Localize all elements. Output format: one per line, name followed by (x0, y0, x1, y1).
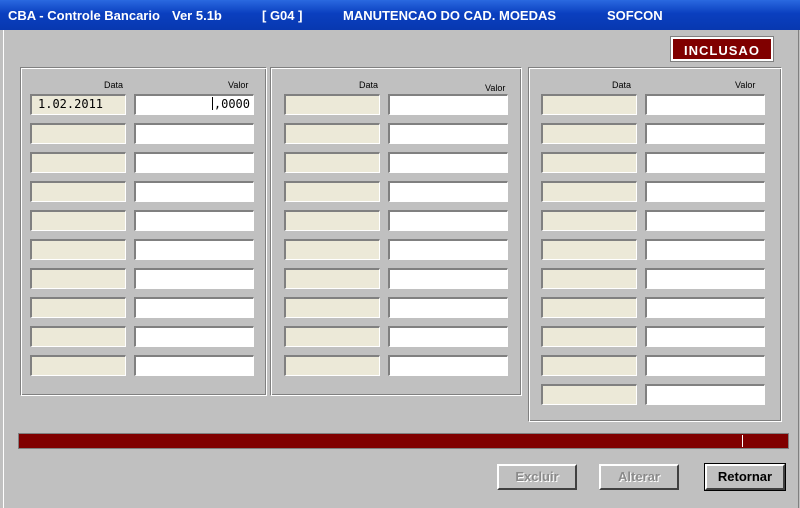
date-field[interactable] (30, 181, 126, 202)
date-field[interactable] (284, 181, 380, 202)
date-field[interactable] (30, 355, 126, 376)
value-field[interactable] (388, 181, 508, 202)
mode-badge: INCLUSAO (670, 36, 774, 62)
value-field[interactable] (134, 239, 254, 260)
value-field[interactable] (388, 297, 508, 318)
value-field[interactable] (645, 268, 765, 289)
date-field[interactable] (541, 123, 637, 144)
value-field[interactable] (645, 152, 765, 173)
value-field[interactable] (388, 123, 508, 144)
status-bar (18, 433, 789, 449)
header-valor-1: Valor (228, 80, 249, 90)
value-field[interactable] (134, 355, 254, 376)
value-field[interactable] (645, 326, 765, 347)
value-field[interactable] (134, 268, 254, 289)
value-field[interactable] (645, 239, 765, 260)
date-field[interactable] (541, 384, 637, 405)
header-data-3: Data (612, 80, 632, 90)
value-field[interactable] (645, 123, 765, 144)
date-field[interactable]: 1.02.2011 (30, 94, 126, 115)
delete-button[interactable]: Excluir (497, 464, 577, 490)
date-field[interactable] (541, 355, 637, 376)
value-field[interactable] (134, 210, 254, 231)
header-data-1: Data (104, 80, 124, 90)
title-bar: CBA - Controle Bancario Ver 5.1b [ G04 ]… (0, 0, 800, 30)
date-field[interactable] (284, 152, 380, 173)
header-valor-3: Valor (735, 80, 756, 90)
screen-title: MANUTENCAO DO CAD. MOEDAS (343, 8, 557, 23)
date-field[interactable] (284, 94, 380, 115)
date-field[interactable] (284, 123, 380, 144)
date-field[interactable] (284, 239, 380, 260)
date-field[interactable] (284, 355, 380, 376)
value-field[interactable] (645, 384, 765, 405)
date-field[interactable] (541, 210, 637, 231)
date-field[interactable] (284, 268, 380, 289)
text-caret (211, 97, 213, 110)
date-field[interactable] (30, 123, 126, 144)
date-field[interactable] (541, 297, 637, 318)
value-field[interactable] (388, 268, 508, 289)
date-field[interactable] (30, 210, 126, 231)
date-field[interactable] (541, 152, 637, 173)
screen-code: [ G04 ] (262, 8, 303, 23)
company-name: SOFCON (607, 8, 663, 23)
date-field[interactable] (30, 297, 126, 318)
value-field[interactable] (645, 181, 765, 202)
value-field[interactable] (134, 297, 254, 318)
value-field[interactable] (388, 326, 508, 347)
status-bar-marker (742, 435, 743, 447)
date-field[interactable] (541, 268, 637, 289)
date-field[interactable] (541, 326, 637, 347)
value-field[interactable] (134, 326, 254, 347)
value-field[interactable] (388, 152, 508, 173)
date-field[interactable] (541, 239, 637, 260)
value-field[interactable] (134, 123, 254, 144)
value-field[interactable] (388, 239, 508, 260)
date-field[interactable] (284, 297, 380, 318)
value-field[interactable]: ,0000 (134, 94, 254, 115)
date-field[interactable] (30, 152, 126, 173)
return-button[interactable]: Retornar (704, 463, 786, 491)
app-version: Ver 5.1b (172, 8, 222, 23)
value-field[interactable] (388, 210, 508, 231)
value-field[interactable] (645, 210, 765, 231)
header-valor-2: Valor (485, 83, 506, 93)
value-field[interactable] (645, 94, 765, 115)
value-field[interactable] (388, 94, 508, 115)
value-field-text: ,0000 (213, 97, 250, 111)
value-field[interactable] (134, 152, 254, 173)
value-field[interactable] (645, 297, 765, 318)
date-field[interactable] (284, 326, 380, 347)
app-title: CBA - Controle Bancario (8, 8, 160, 23)
date-field[interactable] (30, 326, 126, 347)
date-field[interactable] (541, 94, 637, 115)
date-field[interactable] (541, 181, 637, 202)
value-field[interactable] (134, 181, 254, 202)
value-field[interactable] (645, 355, 765, 376)
date-field[interactable] (284, 210, 380, 231)
value-field[interactable] (388, 355, 508, 376)
date-field[interactable] (30, 239, 126, 260)
date-field[interactable] (30, 268, 126, 289)
header-data-2: Data (359, 80, 379, 90)
edit-button[interactable]: Alterar (599, 464, 679, 490)
